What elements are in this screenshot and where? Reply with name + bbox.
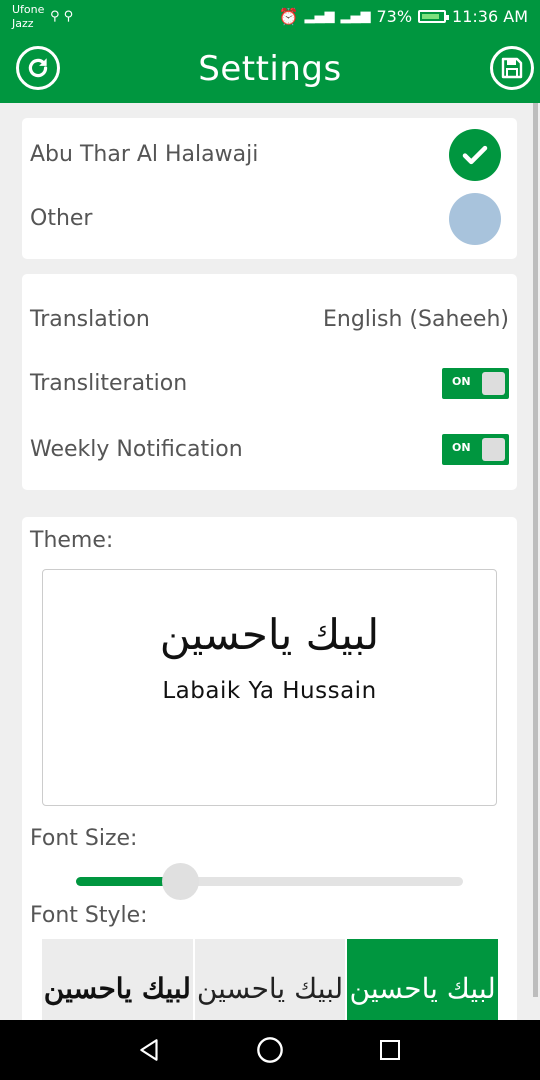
back-icon	[140, 1039, 158, 1061]
battery-percent: 73%	[376, 7, 413, 26]
font-style-label: Font Style:	[30, 903, 148, 928]
translation-label: Translation	[30, 307, 150, 332]
reciter-option-unselected-checkbox[interactable]	[449, 193, 501, 245]
clock: 11:36 AM	[452, 7, 528, 26]
scrollbar[interactable]	[533, 103, 538, 997]
reciter-option-selected-checkbox[interactable]	[449, 129, 501, 181]
reciter-option-label: Abu Thar Al Halawaji	[30, 142, 259, 167]
back-button[interactable]	[135, 1035, 165, 1065]
recents-button[interactable]	[375, 1035, 405, 1065]
reciter-option-label: Other	[30, 206, 93, 231]
toggle-knob	[482, 438, 505, 461]
signal-icon: ▂▄▆	[304, 9, 335, 24]
alarm-icon: ⏰	[278, 7, 299, 26]
toggle-state: ON	[452, 441, 471, 454]
carrier-1: Ufone	[12, 3, 45, 16]
navigation-bar	[0, 1020, 540, 1080]
battery-icon	[418, 10, 450, 23]
font-size-slider[interactable]	[76, 863, 463, 900]
preferences-card: Translation English (Saheeh) Translitera…	[22, 274, 517, 490]
save-icon	[501, 57, 523, 79]
carrier-2: Jazz	[12, 17, 34, 30]
theme-card: Theme: لبيك ياحسين Labaik Ya Hussain Fon…	[22, 517, 517, 1037]
translation-value[interactable]: English (Saheeh)	[323, 307, 509, 332]
reciter-card: Abu Thar Al Halawaji Other	[22, 118, 517, 259]
preview-arabic-text: لبيك ياحسين	[159, 610, 380, 659]
home-button[interactable]	[255, 1035, 285, 1065]
slider-thumb[interactable]	[162, 863, 199, 900]
signal-icon: ▂▄▆	[340, 9, 371, 24]
weekly-notification-label: Weekly Notification	[30, 437, 243, 462]
transliteration-label: Transliteration	[30, 371, 188, 396]
theme-label: Theme:	[30, 528, 114, 553]
carrier-info: Ufone Jazz	[12, 3, 44, 31]
save-button[interactable]	[490, 46, 534, 90]
toggle-knob	[482, 372, 505, 395]
home-icon	[257, 1037, 283, 1063]
app-bar: Settings	[0, 36, 540, 103]
usb-icon: ⚲ ⚲	[50, 9, 74, 24]
recents-icon	[380, 1040, 400, 1060]
status-bar: Ufone Jazz ⚲ ⚲ ⏰ ▂▄▆ ▂▄▆ 73% 11:36 AM	[0, 0, 540, 36]
weekly-notification-toggle[interactable]: ON	[442, 434, 509, 465]
toggle-state: ON	[452, 375, 471, 388]
preview-latin-text: Labaik Ya Hussain	[162, 678, 377, 704]
theme-preview[interactable]: لبيك ياحسين Labaik Ya Hussain	[42, 569, 497, 806]
font-size-label: Font Size:	[30, 826, 138, 851]
check-icon	[462, 145, 488, 165]
status-icons: ⏰ ▂▄▆ ▂▄▆ 73% 11:36 AM	[279, 7, 528, 26]
transliteration-toggle[interactable]: ON	[442, 368, 509, 399]
page-title: Settings	[198, 49, 342, 89]
